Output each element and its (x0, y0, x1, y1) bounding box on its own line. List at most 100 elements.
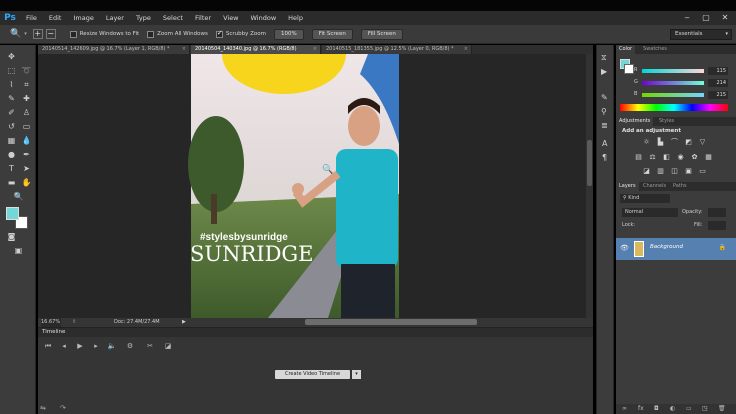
zoom-level[interactable]: 16.67% (41, 318, 61, 327)
zoom-all-windows-checkbox[interactable]: Zoom All Windows (147, 30, 208, 38)
vertical-scroll-thumb[interactable] (587, 140, 592, 186)
menu-type[interactable]: Type (130, 11, 157, 25)
slider-r[interactable]: R 115 (634, 67, 732, 75)
menu-help[interactable]: Help (282, 11, 309, 25)
render-icon[interactable]: ↷ (60, 404, 66, 412)
settings-icon[interactable]: ⚙ (124, 342, 136, 350)
gradient-map-icon[interactable]: ▭ (698, 167, 707, 175)
black-white-icon[interactable]: ◧ (662, 153, 671, 161)
zoom-in-icon[interactable]: + (32, 29, 43, 39)
r-value[interactable]: 115 (708, 67, 728, 75)
lasso-tool-icon[interactable]: ➰ (20, 65, 33, 76)
scrubby-zoom-checkbox[interactable]: Scrubby Zoom (215, 29, 266, 38)
close-button[interactable]: ✕ (718, 11, 732, 25)
vertical-scrollbar[interactable] (586, 54, 593, 318)
close-icon[interactable]: × (464, 45, 468, 54)
adjustment-layer-icon[interactable]: ◐ (670, 404, 675, 414)
color-balance-icon[interactable]: ⚖ (648, 153, 657, 161)
color-bg-swatch[interactable] (624, 64, 634, 74)
hue-sat-icon[interactable]: ▤ (634, 153, 643, 161)
actual-pixels-button[interactable]: 100% (273, 28, 304, 40)
opacity-field[interactable] (708, 208, 726, 217)
menu-image[interactable]: Image (67, 11, 99, 25)
marquee-tool-icon[interactable]: ⬚ (5, 65, 18, 76)
next-frame-icon[interactable]: ▸ (90, 342, 102, 350)
crop-tool-icon[interactable]: ⌗ (20, 79, 33, 90)
history-brush-icon[interactable]: ↺ (5, 121, 18, 132)
b-gradient[interactable] (642, 93, 704, 97)
convert-icon[interactable]: ⇋ (40, 404, 46, 412)
menu-view[interactable]: View (217, 11, 244, 25)
curves-icon[interactable]: ⌒ (670, 138, 679, 146)
rectangle-tool-icon[interactable]: ▬ (5, 177, 18, 188)
quick-mask-icon[interactable]: ◙ (5, 231, 18, 242)
pen-tool-icon[interactable]: ✒ (20, 149, 33, 160)
tab-color[interactable]: Color (616, 45, 636, 54)
r-gradient[interactable] (642, 69, 704, 73)
layer-name[interactable]: Background (650, 244, 683, 250)
hand-tool-icon[interactable]: ✋ (20, 177, 33, 188)
fill-field[interactable] (708, 221, 726, 230)
menu-select[interactable]: Select (157, 11, 189, 25)
tab-layers[interactable]: Layers (616, 182, 639, 191)
blend-mode-select[interactable]: Normal (622, 208, 678, 217)
move-tool-icon[interactable]: ✥ (5, 51, 18, 62)
exposure-icon[interactable]: ◩ (684, 138, 693, 146)
g-value[interactable]: 214 (708, 79, 728, 87)
close-icon[interactable]: × (182, 45, 186, 54)
play-icon[interactable]: ▶ (74, 342, 86, 350)
eraser-tool-icon[interactable]: ▭ (20, 121, 33, 132)
brush-tool-icon[interactable]: ✐ (5, 107, 18, 118)
g-gradient[interactable] (642, 81, 704, 85)
split-icon[interactable]: ✂ (144, 342, 156, 350)
close-icon[interactable]: × (313, 45, 317, 54)
color-lookup-icon[interactable]: ▦ (704, 153, 713, 161)
clone-stamp-icon[interactable]: ♙ (20, 107, 33, 118)
type-tool-icon[interactable]: T (5, 163, 18, 174)
menu-filter[interactable]: Filter (189, 11, 217, 25)
menu-file[interactable]: File (20, 11, 43, 25)
vibrance-icon[interactable]: ▽ (698, 138, 707, 146)
brightness-icon[interactable]: ☼ (642, 138, 651, 146)
menu-layer[interactable]: Layer (100, 11, 130, 25)
prev-frame-icon[interactable]: ◂ (58, 342, 70, 350)
resize-windows-checkbox[interactable]: Resize Windows to Fit (69, 30, 139, 38)
audio-icon[interactable]: 🔈 (106, 342, 118, 350)
menu-edit[interactable]: Edit (43, 11, 68, 25)
create-video-timeline-button[interactable]: Create Video Timeline (275, 370, 350, 379)
fill-screen-button[interactable]: Fill Screen (360, 28, 403, 40)
path-select-icon[interactable]: ➤ (20, 163, 33, 174)
tab-document-3[interactable]: 20140515_181355.jpg @ 12.5% (Layer 0, RG… (322, 45, 472, 54)
tab-channels[interactable]: Channels (640, 182, 669, 191)
photo-filter-icon[interactable]: ◉ (676, 153, 685, 161)
channel-mixer-icon[interactable]: ✿ (690, 153, 699, 161)
chevron-down-icon[interactable]: ▾ (352, 370, 361, 379)
invert-icon[interactable]: ◪ (642, 167, 651, 175)
minimize-button[interactable]: ‒ (680, 11, 694, 25)
layer-filter-select[interactable]: ⚲ Kind (620, 194, 670, 203)
eye-icon[interactable]: 👁 (620, 244, 629, 252)
fit-screen-button[interactable]: Fit Screen (311, 28, 353, 40)
horizontal-scroll-thumb[interactable] (305, 319, 477, 325)
layer-row-background[interactable]: 👁 Background 🔒 (616, 238, 736, 260)
workspace-select[interactable]: Essentials ▾ (670, 29, 732, 40)
status-menu-icon[interactable]: ▶ (182, 318, 186, 327)
paragraph-icon[interactable]: ¶ (602, 153, 607, 162)
group-icon[interactable]: ▭ (686, 404, 692, 414)
tab-document-2[interactable]: 20140504_140340.jpg @ 16.7% (RGB/8) × (191, 45, 321, 54)
transition-icon[interactable]: ◪ (162, 342, 174, 350)
trash-icon[interactable]: 🗑 (718, 404, 726, 414)
quick-select-tool-icon[interactable]: ⌇ (5, 79, 18, 90)
share-icon[interactable]: ⇪ (72, 318, 76, 327)
slider-b[interactable]: B 215 (634, 91, 732, 99)
screen-mode-icon[interactable]: ▣ (12, 245, 25, 256)
history-icon[interactable]: ⧖ (601, 53, 607, 63)
dodge-tool-icon[interactable]: ● (5, 149, 18, 160)
menu-window[interactable]: Window (245, 11, 283, 25)
zoom-tool-icon[interactable]: 🔍 (12, 191, 25, 202)
mask-icon[interactable]: ◘ (654, 404, 659, 414)
link-icon[interactable]: ∞ (622, 404, 627, 414)
new-layer-icon[interactable]: ◳ (702, 404, 708, 414)
tab-paths[interactable]: Paths (670, 182, 690, 191)
canvas-area[interactable]: #stylesbysunridge SUNRIDGE (38, 54, 586, 318)
